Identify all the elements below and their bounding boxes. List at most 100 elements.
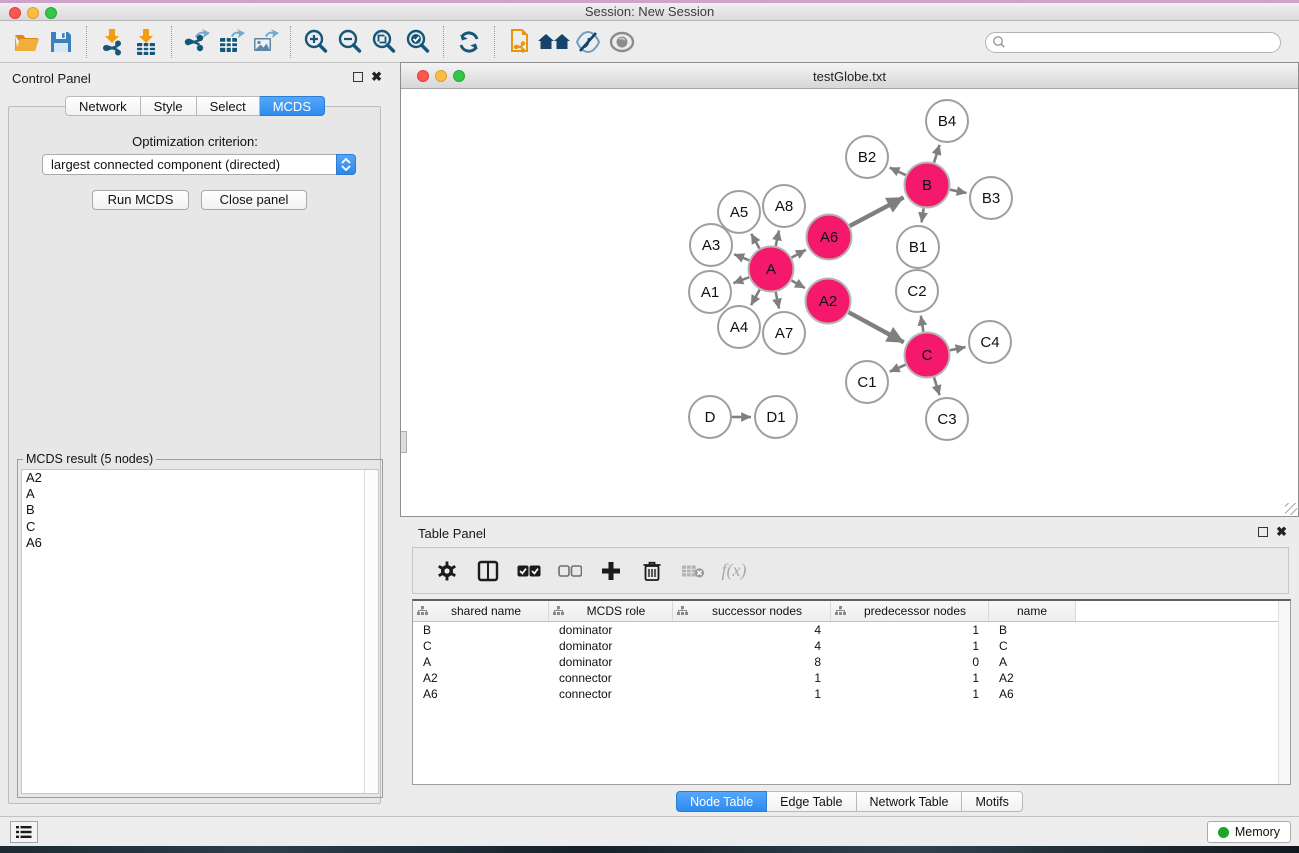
close-table-panel-icon[interactable]: ✖ <box>1276 527 1287 537</box>
table-cell[interactable]: dominator <box>549 639 673 653</box>
task-history-button[interactable] <box>10 821 38 843</box>
graph-edge-C-C2[interactable] <box>921 316 924 332</box>
import-table-button[interactable] <box>129 25 163 59</box>
column-header-shared-name[interactable]: shared name <box>413 601 549 621</box>
hide-labels-button[interactable] <box>571 25 605 59</box>
graph-node-B2[interactable]: B2 <box>846 136 888 178</box>
criterion-dropdown[interactable]: largest connected component (directed) <box>42 154 356 175</box>
table-cell[interactable]: 8 <box>673 655 831 669</box>
table-cell[interactable]: 1 <box>673 687 831 701</box>
graph-edge-B-B2[interactable] <box>890 168 906 175</box>
save-session-button[interactable] <box>44 25 78 59</box>
delete-column-button[interactable] <box>640 559 664 583</box>
run-mcds-button[interactable]: Run MCDS <box>92 190 189 210</box>
table-cell[interactable]: C <box>989 639 1076 653</box>
graph-node-A6[interactable]: A6 <box>807 215 852 260</box>
clone-network-button[interactable] <box>503 25 537 59</box>
graph-edge-A-A6[interactable] <box>792 250 806 258</box>
graph-edge-A2-C[interactable] <box>849 312 904 342</box>
graph-node-C4[interactable]: C4 <box>969 321 1011 363</box>
function-builder-button[interactable]: f(x) <box>722 559 746 583</box>
table-cell[interactable]: 1 <box>831 687 989 701</box>
network-graph[interactable]: B4B2BB3A5A8A6B1A3AA1C2A2A4A7C4CC1C3DD1 <box>401 89 1298 516</box>
graph-node-B4[interactable]: B4 <box>926 100 968 142</box>
table-cell[interactable]: B <box>989 623 1076 637</box>
mcds-list-scrollbar[interactable] <box>364 470 378 793</box>
zoom-in-button[interactable] <box>299 25 333 59</box>
tab-network-table[interactable]: Network Table <box>857 791 963 812</box>
mcds-result-item[interactable]: A2 <box>22 470 378 486</box>
tab-edge-table[interactable]: Edge Table <box>767 791 856 812</box>
float-table-panel-icon[interactable] <box>1258 527 1268 537</box>
mcds-result-item[interactable]: A <box>22 486 378 502</box>
select-all-button[interactable] <box>517 559 541 583</box>
import-network-button[interactable] <box>95 25 129 59</box>
tab-mcds[interactable]: MCDS <box>260 96 325 116</box>
table-cell[interactable]: dominator <box>549 655 673 669</box>
tab-node-table[interactable]: Node Table <box>676 791 767 812</box>
graph-edge-A-A4[interactable] <box>751 290 760 306</box>
table-cell[interactable]: dominator <box>549 623 673 637</box>
export-network-button[interactable] <box>180 25 214 59</box>
column-header-name[interactable]: name <box>989 601 1076 621</box>
float-panel-icon[interactable] <box>353 72 363 82</box>
graph-node-C3[interactable]: C3 <box>926 398 968 440</box>
table-cell[interactable]: 1 <box>673 671 831 685</box>
open-session-button[interactable] <box>10 25 44 59</box>
table-cell[interactable]: C <box>413 639 549 653</box>
graph-edge-A-A1[interactable] <box>733 277 749 283</box>
graph-edge-A-A8[interactable] <box>776 230 779 246</box>
tab-style[interactable]: Style <box>141 96 197 116</box>
graph-edge-B-B3[interactable] <box>950 190 966 193</box>
add-column-button[interactable] <box>599 559 623 583</box>
table-settings-button[interactable] <box>435 559 459 583</box>
table-cell[interactable]: A <box>989 655 1076 669</box>
memory-button[interactable]: Memory <box>1207 821 1291 843</box>
graph-edge-A-A5[interactable] <box>751 234 759 249</box>
graph-node-A[interactable]: A <box>749 247 794 292</box>
graph-edge-A-A3[interactable] <box>734 254 749 260</box>
window-resize-grip[interactable] <box>1285 503 1297 515</box>
deselect-all-button[interactable] <box>558 559 582 583</box>
graph-node-D[interactable]: D <box>689 396 731 438</box>
export-table-button[interactable] <box>214 25 248 59</box>
graph-edge-C-C4[interactable] <box>950 347 966 350</box>
table-cell[interactable]: A2 <box>413 671 549 685</box>
zoom-out-button[interactable] <box>333 25 367 59</box>
export-image-button[interactable] <box>248 25 282 59</box>
home-button[interactable] <box>537 25 571 59</box>
graph-node-A4[interactable]: A4 <box>718 306 760 348</box>
graph-edge-A-A2[interactable] <box>791 281 804 289</box>
table-cell[interactable]: 4 <box>673 639 831 653</box>
graph-node-C1[interactable]: C1 <box>846 361 888 403</box>
table-row[interactable]: A2connector11A2 <box>413 670 1290 686</box>
graph-edge-A6-B[interactable] <box>850 197 904 226</box>
graph-node-B[interactable]: B <box>905 163 950 208</box>
search-input[interactable] <box>1006 35 1274 49</box>
table-cell[interactable]: A6 <box>413 687 549 701</box>
mcds-result-item[interactable]: A6 <box>22 535 378 551</box>
zoom-selected-button[interactable] <box>401 25 435 59</box>
table-cell[interactable]: 1 <box>831 639 989 653</box>
graph-node-A7[interactable]: A7 <box>763 312 805 354</box>
zoom-fit-button[interactable] <box>367 25 401 59</box>
graph-node-A3[interactable]: A3 <box>690 224 732 266</box>
table-cell[interactable]: A2 <box>989 671 1076 685</box>
graph-node-C[interactable]: C <box>905 333 950 378</box>
graph-node-B3[interactable]: B3 <box>970 177 1012 219</box>
graph-edge-B-B1[interactable] <box>922 208 924 222</box>
table-row[interactable]: Cdominator41C <box>413 638 1290 654</box>
table-row[interactable]: Adominator80A <box>413 654 1290 670</box>
tab-select[interactable]: Select <box>197 96 260 116</box>
mcds-result-item[interactable]: C <box>22 519 378 535</box>
table-cell[interactable]: A6 <box>989 687 1076 701</box>
table-cell[interactable]: connector <box>549 671 673 685</box>
tab-motifs[interactable]: Motifs <box>962 791 1022 812</box>
graph-node-A1[interactable]: A1 <box>689 271 731 313</box>
refresh-button[interactable] <box>452 25 486 59</box>
close-panel-button[interactable]: Close panel <box>201 190 307 210</box>
table-cell[interactable]: 1 <box>831 671 989 685</box>
table-cell[interactable]: 4 <box>673 623 831 637</box>
graph-node-B1[interactable]: B1 <box>897 226 939 268</box>
mcds-result-item[interactable]: B <box>22 502 378 518</box>
